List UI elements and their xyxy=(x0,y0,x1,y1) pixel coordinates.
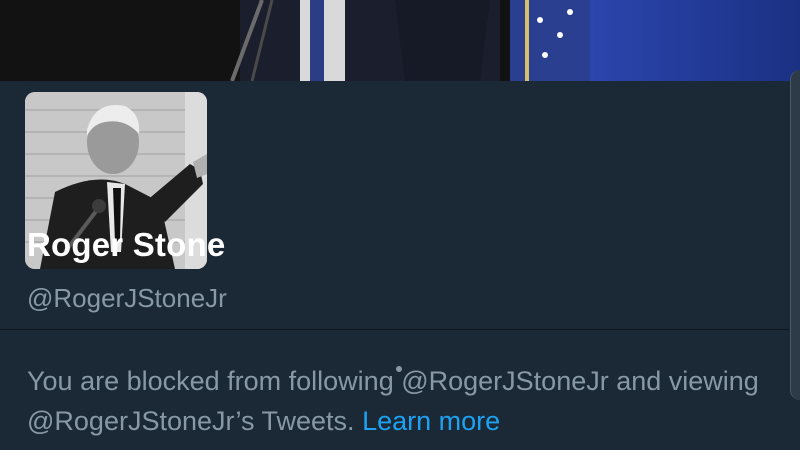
profile-display-name: Roger Stone xyxy=(27,226,226,263)
touch-indicator-dot xyxy=(396,366,402,372)
header-banner-image xyxy=(0,0,800,81)
learn-more-link[interactable]: Learn more xyxy=(362,406,500,436)
section-divider xyxy=(0,329,800,330)
blocked-notice: You are blocked from following @RogerJSt… xyxy=(27,361,787,441)
profile-handle: @RogerJStoneJr xyxy=(27,283,227,313)
side-panel-edge-handle[interactable] xyxy=(790,70,800,400)
